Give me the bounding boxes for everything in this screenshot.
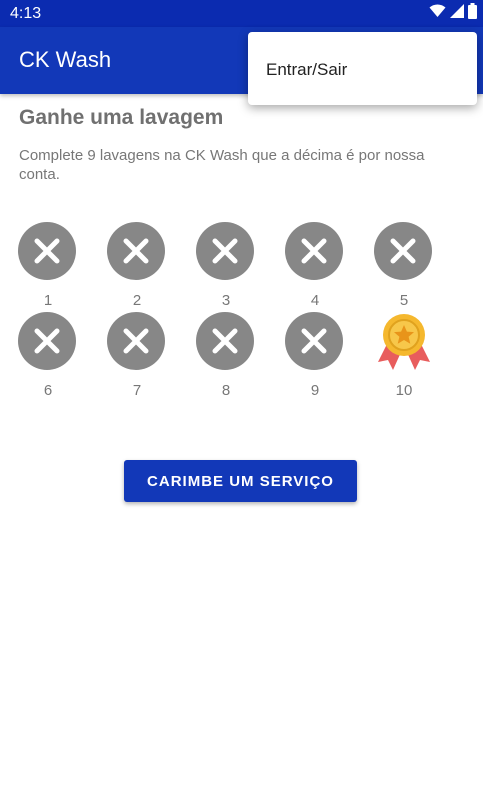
stamp-slot: 7 bbox=[107, 312, 167, 399]
stamp-number: 1 bbox=[43, 292, 53, 309]
stamp-number: 5 bbox=[399, 292, 409, 309]
status-bar: 4:13 bbox=[0, 0, 483, 27]
stamp-circle bbox=[18, 312, 76, 370]
stamp-number: 4 bbox=[310, 292, 320, 309]
stamp-slot: 5 bbox=[374, 222, 434, 309]
stamp-slot: 6 bbox=[18, 312, 78, 399]
stamp-slot: 4 bbox=[285, 222, 345, 309]
app-title: CK Wash bbox=[19, 47, 112, 72]
wifi-icon bbox=[429, 4, 446, 23]
stamp-circle bbox=[285, 312, 343, 370]
stamp-circle bbox=[18, 222, 76, 280]
stamp-number: 10 bbox=[395, 382, 413, 399]
battery-icon bbox=[468, 2, 477, 24]
stamp-circle bbox=[196, 222, 254, 280]
stamp-number: 8 bbox=[221, 382, 231, 399]
stamp-circle bbox=[374, 222, 432, 280]
card-heading: Ganhe uma lavagem bbox=[19, 106, 224, 129]
stamp-number: 2 bbox=[132, 292, 142, 309]
stamp-circle bbox=[196, 312, 254, 370]
stamp-service-button[interactable]: CARIMBE UM SERVIÇO bbox=[124, 460, 357, 502]
reward-stamp: 10 bbox=[374, 312, 434, 399]
status-time: 4:13 bbox=[10, 5, 42, 22]
cellular-signal-icon bbox=[450, 3, 464, 23]
stamp-slot: 2 bbox=[107, 222, 167, 309]
stamp-number: 3 bbox=[221, 292, 231, 309]
stamp-number: 9 bbox=[310, 382, 320, 399]
stamp-circle bbox=[107, 312, 165, 370]
menu-item-login-logout[interactable]: Entrar/Sair bbox=[248, 32, 477, 105]
stamp-number: 6 bbox=[43, 382, 53, 399]
card-description: Complete 9 lavagens na CK Wash que a déc… bbox=[19, 147, 425, 183]
stamp-number: 7 bbox=[132, 382, 142, 399]
menu-item-label: Entrar/Sair bbox=[266, 60, 348, 79]
reward-medal-icon bbox=[374, 314, 434, 378]
overflow-menu: Entrar/Sair bbox=[248, 32, 477, 105]
status-icons bbox=[429, 2, 477, 24]
stamp-slot: 9 bbox=[285, 312, 345, 399]
stamp-slot: 3 bbox=[196, 222, 256, 309]
stamp-circle bbox=[285, 222, 343, 280]
stamp-circle bbox=[107, 222, 165, 280]
stamp-slot: 8 bbox=[196, 312, 256, 399]
stamp-slot: 1 bbox=[18, 222, 78, 309]
